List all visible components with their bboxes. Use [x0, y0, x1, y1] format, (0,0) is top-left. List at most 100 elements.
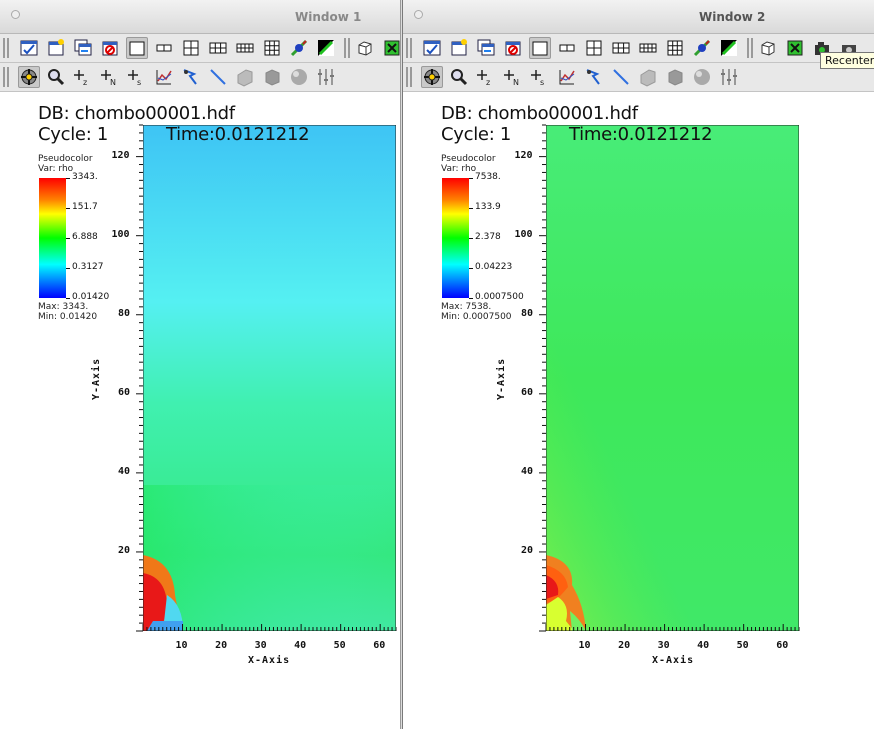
svg-text:z: z	[486, 78, 490, 87]
main-toolbar	[403, 34, 874, 63]
node-pick-icon[interactable]: N	[99, 66, 121, 88]
svg-text:s: s	[137, 78, 141, 87]
x-tick-label: 20	[618, 640, 631, 651]
zoom-icon[interactable]	[45, 66, 67, 88]
view-3d-icon[interactable]	[757, 37, 779, 59]
lineout-icon[interactable]	[556, 66, 578, 88]
toolbar-grip[interactable]	[3, 67, 9, 87]
sphere-tool-icon[interactable]	[288, 66, 310, 88]
y-tick-label: 80	[118, 307, 131, 319]
clone-window-icon[interactable]	[72, 37, 94, 59]
lineout-icon[interactable]	[153, 66, 175, 88]
window-1-title: Window 1	[295, 10, 362, 24]
box-tool-icon[interactable]	[261, 66, 283, 88]
reset-view-icon[interactable]	[381, 37, 400, 59]
lock-view-icon[interactable]	[691, 37, 713, 59]
pick-arrow-icon[interactable]	[583, 66, 605, 88]
x-tick-label: 50	[736, 640, 749, 651]
lock-view-icon[interactable]	[288, 37, 310, 59]
zone-pick-icon[interactable]: z	[72, 66, 94, 88]
y-tick-label: 100	[514, 228, 533, 240]
add-plot-icon[interactable]	[18, 37, 40, 59]
clone-window-icon[interactable]	[475, 37, 497, 59]
layout-2x3-icon[interactable]	[207, 37, 229, 59]
y-tick-label: 20	[118, 544, 131, 556]
svg-text:s: s	[540, 78, 544, 87]
zone-pick-icon[interactable]: z	[475, 66, 497, 88]
navigate-icon[interactable]	[18, 66, 40, 88]
y-tick-label: 40	[521, 465, 534, 477]
reset-view-icon[interactable]	[784, 37, 806, 59]
new-window-icon[interactable]	[448, 37, 470, 59]
toolbar-grip[interactable]	[406, 38, 412, 58]
svg-text:z: z	[83, 78, 87, 87]
svg-text:N: N	[513, 78, 519, 87]
layout-2x2-icon[interactable]	[180, 37, 202, 59]
window-1-titlebar[interactable]: Window 1	[0, 0, 400, 34]
y-tick-label: 60	[118, 386, 131, 398]
toolbar-grip[interactable]	[406, 67, 412, 87]
plane-tool-icon[interactable]	[234, 66, 256, 88]
zoom-icon[interactable]	[448, 66, 470, 88]
layout-2x2-icon[interactable]	[583, 37, 605, 59]
y-tick-label: 80	[521, 307, 534, 319]
toolbar-grip[interactable]	[3, 38, 9, 58]
layout-2x4-icon[interactable]	[637, 37, 659, 59]
x-tick-label: 10	[175, 640, 188, 651]
time-annotation: Time:0.0121212	[569, 124, 713, 145]
layout-1x2-icon[interactable]	[556, 37, 578, 59]
spreadsheet-pick-icon[interactable]: s	[529, 66, 551, 88]
node-pick-icon[interactable]: N	[502, 66, 524, 88]
vis-viewport[interactable]: DB: chombo00001.hdf Cycle: 1 Pseudocolor…	[0, 92, 400, 729]
close-dot-icon[interactable]	[11, 10, 20, 19]
x-tick-label: 60	[776, 640, 789, 651]
layout-1x2-icon[interactable]	[153, 37, 175, 59]
x-tick-label: 20	[215, 640, 228, 651]
pick-arrow-icon[interactable]	[180, 66, 202, 88]
main-toolbar	[0, 34, 400, 63]
x-tick-label: 40	[294, 640, 307, 651]
window-2-title: Window 2	[699, 10, 766, 24]
window-2: Window 2 z Ns DB: chombo00001.hdf Cycle: …	[402, 0, 874, 729]
y-tick-label: 40	[118, 465, 131, 477]
y-tick-label: 60	[521, 386, 534, 398]
delete-window-icon[interactable]	[502, 37, 524, 59]
layout-3x3-icon[interactable]	[664, 37, 686, 59]
layout-2x3-icon[interactable]	[610, 37, 632, 59]
plot-axes	[136, 124, 397, 632]
x-tick-label: 60	[373, 640, 386, 651]
invert-icon[interactable]	[315, 37, 337, 59]
view-3d-icon[interactable]	[354, 37, 376, 59]
layout-3x3-icon[interactable]	[261, 37, 283, 59]
window-2-titlebar[interactable]: Window 2	[403, 0, 874, 34]
spreadsheet-pick-icon[interactable]: s	[126, 66, 148, 88]
layout-1x1-icon[interactable]	[529, 37, 551, 59]
line-tool-icon[interactable]	[610, 66, 632, 88]
plot-axes	[539, 124, 800, 632]
box-tool-icon[interactable]	[664, 66, 686, 88]
toolbar-grip[interactable]	[747, 38, 753, 58]
interaction-toolbar: z Ns	[0, 63, 400, 92]
axis-restrict-icon[interactable]	[315, 66, 337, 88]
x-tick-label: 50	[333, 640, 346, 651]
vis-viewport[interactable]: DB: chombo00001.hdf Cycle: 1 Pseudocolor…	[403, 92, 874, 729]
close-dot-icon[interactable]	[414, 10, 423, 19]
svg-text:N: N	[110, 78, 116, 87]
toolbar-grip[interactable]	[344, 38, 350, 58]
layout-2x4-icon[interactable]	[234, 37, 256, 59]
axis-restrict-icon[interactable]	[718, 66, 740, 88]
layout-1x1-icon[interactable]	[126, 37, 148, 59]
sphere-tool-icon[interactable]	[691, 66, 713, 88]
delete-window-icon[interactable]	[99, 37, 121, 59]
x-tick-label: 30	[657, 640, 670, 651]
navigate-icon[interactable]	[421, 66, 443, 88]
add-plot-icon[interactable]	[421, 37, 443, 59]
new-window-icon[interactable]	[45, 37, 67, 59]
line-tool-icon[interactable]	[207, 66, 229, 88]
invert-icon[interactable]	[718, 37, 740, 59]
x-tick-label: 30	[254, 640, 267, 651]
y-tick-label: 20	[521, 544, 534, 556]
window-1: Window 1 z Ns DB: chombo00001.hdf Cycle: …	[0, 0, 401, 729]
plane-tool-icon[interactable]	[637, 66, 659, 88]
recenter-tooltip: Recenter	[820, 52, 874, 69]
